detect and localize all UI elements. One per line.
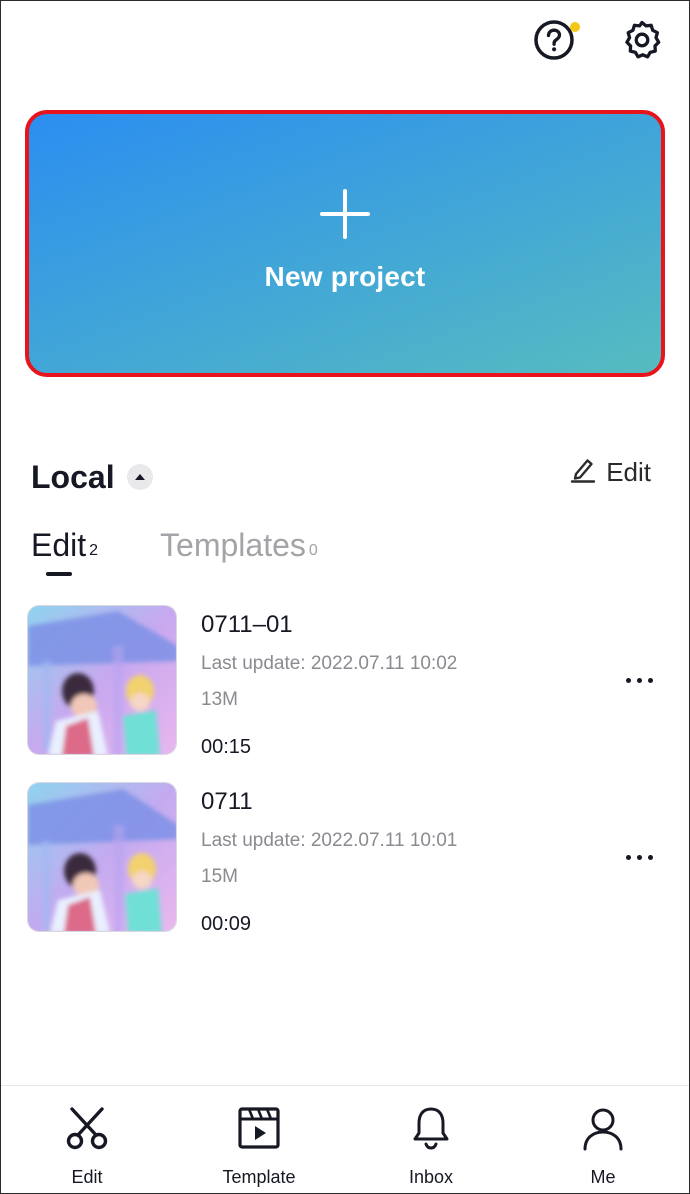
- caret-up-icon: [134, 468, 146, 486]
- project-size: 15M: [201, 866, 238, 887]
- project-duration: 00:15: [201, 736, 252, 758]
- new-project-button[interactable]: New project: [25, 110, 665, 377]
- collapse-toggle[interactable]: [126, 464, 153, 490]
- project-name: 0711: [201, 788, 253, 815]
- tab-edit-label: Edit: [31, 527, 87, 563]
- nav-inbox-label: Inbox: [408, 1167, 454, 1187]
- section-title: Local: [31, 458, 115, 495]
- project-thumbnail: [27, 605, 177, 755]
- help-button[interactable]: [530, 18, 580, 66]
- notification-dot: [570, 22, 580, 32]
- gear-icon: [620, 18, 664, 67]
- bottom-nav: Edit Template Inbox Me: [1, 1085, 689, 1193]
- nav-inbox[interactable]: Inbox: [345, 1086, 517, 1193]
- tab-edit[interactable]: Edit 2: [31, 526, 99, 576]
- project-last-update: Last update: 2022.07.11 10:01: [201, 830, 458, 851]
- person-icon: [579, 1104, 627, 1152]
- local-section-header: Local Edit: [31, 455, 651, 499]
- nav-me-label: Me: [590, 1167, 616, 1187]
- bell-icon: [407, 1104, 455, 1152]
- nav-me[interactable]: Me: [517, 1086, 689, 1193]
- project-last-update: Last update: 2022.07.11 10:02: [201, 653, 458, 674]
- more-dot: [647, 677, 653, 683]
- plus-icon: [320, 188, 370, 239]
- tab-templates[interactable]: Templates 0: [160, 526, 318, 564]
- project-name: 0711–01: [201, 611, 293, 638]
- edit-label: Edit: [606, 457, 651, 487]
- more-dot: [625, 677, 631, 683]
- template-clapper-icon: [235, 1104, 283, 1152]
- nav-edit[interactable]: Edit: [1, 1086, 173, 1193]
- more-dot: [625, 854, 631, 860]
- pencil-icon: [570, 455, 596, 490]
- settings-button[interactable]: [618, 18, 666, 66]
- top-bar: [530, 18, 666, 66]
- tab-templates-label: Templates: [160, 527, 306, 563]
- tab-templates-count: 0: [308, 542, 318, 559]
- more-options-button[interactable]: [619, 665, 659, 695]
- active-tab-indicator: [46, 572, 72, 576]
- project-thumbnail: [27, 782, 177, 932]
- nav-edit-label: Edit: [71, 1167, 103, 1187]
- nav-template-label: Template: [222, 1167, 296, 1187]
- more-dot: [636, 854, 642, 860]
- project-size: 13M: [201, 689, 238, 710]
- more-options-button[interactable]: [619, 842, 659, 872]
- more-dot: [636, 677, 642, 683]
- more-dot: [647, 854, 653, 860]
- new-project-label: New project: [264, 260, 426, 292]
- project-tabs: Edit 2 Templates 0: [31, 526, 318, 576]
- edit-projects-button[interactable]: Edit: [570, 455, 651, 490]
- project-duration: 00:09: [201, 913, 252, 935]
- project-item[interactable]: 0711–01 Last update: 2022.07.11 10:02 13…: [27, 605, 667, 758]
- project-item[interactable]: 0711 Last update: 2022.07.11 10:01 15M 0…: [27, 782, 667, 935]
- nav-template[interactable]: Template: [173, 1086, 345, 1193]
- tab-edit-count: 2: [89, 542, 99, 559]
- scissors-icon: [63, 1104, 111, 1152]
